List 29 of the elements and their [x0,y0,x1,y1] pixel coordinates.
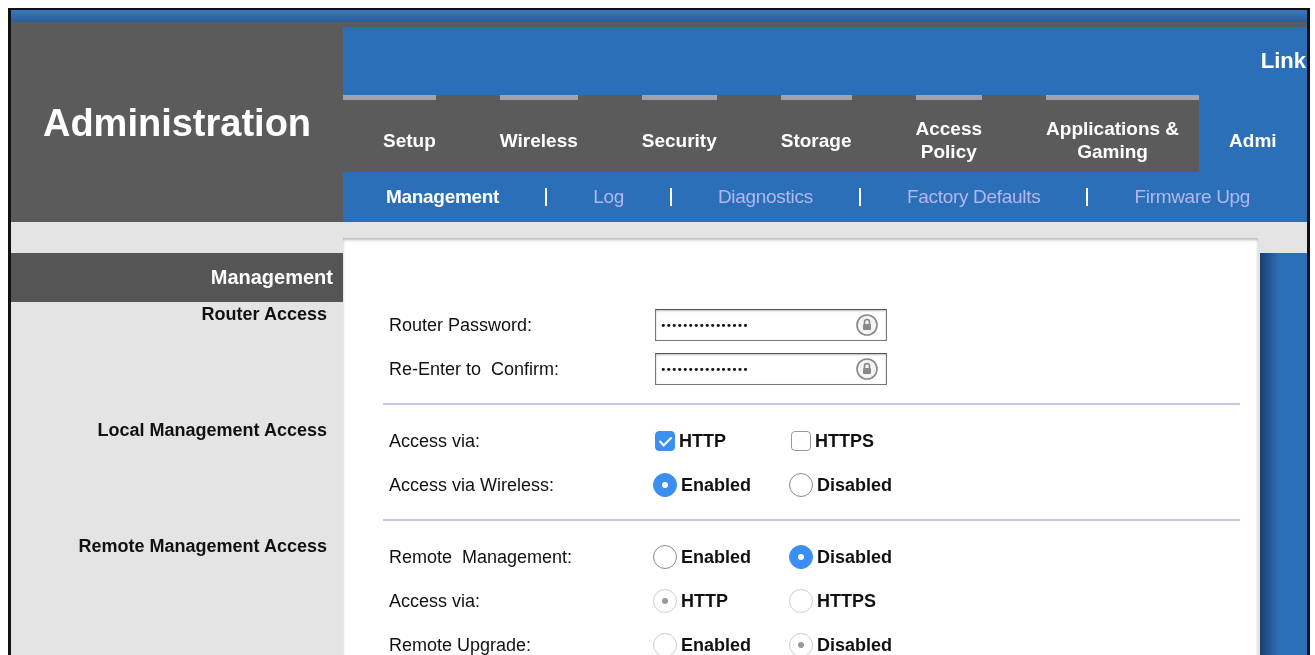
field-label: Remote Management: [388,546,574,568]
password-field[interactable]: •••••••••••••••• [655,353,887,385]
field-label: Re-Enter to Confirm: [388,358,561,380]
brand-text: Link [1260,48,1306,74]
field-label: Access via Wireless: [388,474,556,496]
radio-option[interactable]: Disabled [791,473,927,497]
checkbox[interactable] [791,431,811,451]
radio-button[interactable] [789,473,813,497]
nav-tab[interactable]: Admi [1199,95,1307,172]
sidebar-title: Management [210,266,333,289]
radio-button[interactable] [653,473,677,497]
radio-option[interactable]: Disabled [791,545,927,569]
sub-nav-link[interactable]: Management [386,186,500,208]
section-heading: Remote Management Access [77,535,328,558]
section-heading: Local Management Access [96,419,328,442]
checkbox[interactable] [655,431,675,451]
radio-button[interactable] [653,545,677,569]
section-heading: Router Access [200,303,328,326]
checkbox-option[interactable]: HTTP [655,430,791,452]
password-field[interactable]: •••••••••••••••• [655,309,887,341]
field-label: Remote Upgrade: [388,634,533,655]
radio-option[interactable]: Enabled [655,545,791,569]
page-title: Administration [42,101,312,145]
field-label: Router Password: [388,314,534,336]
radio-button[interactable] [789,545,813,569]
checkbox-option[interactable]: HTTPS [791,430,927,452]
field-label: Access via: [388,430,482,452]
field-label: Access via: [388,590,482,612]
radio-option[interactable]: Enabled [655,473,791,497]
